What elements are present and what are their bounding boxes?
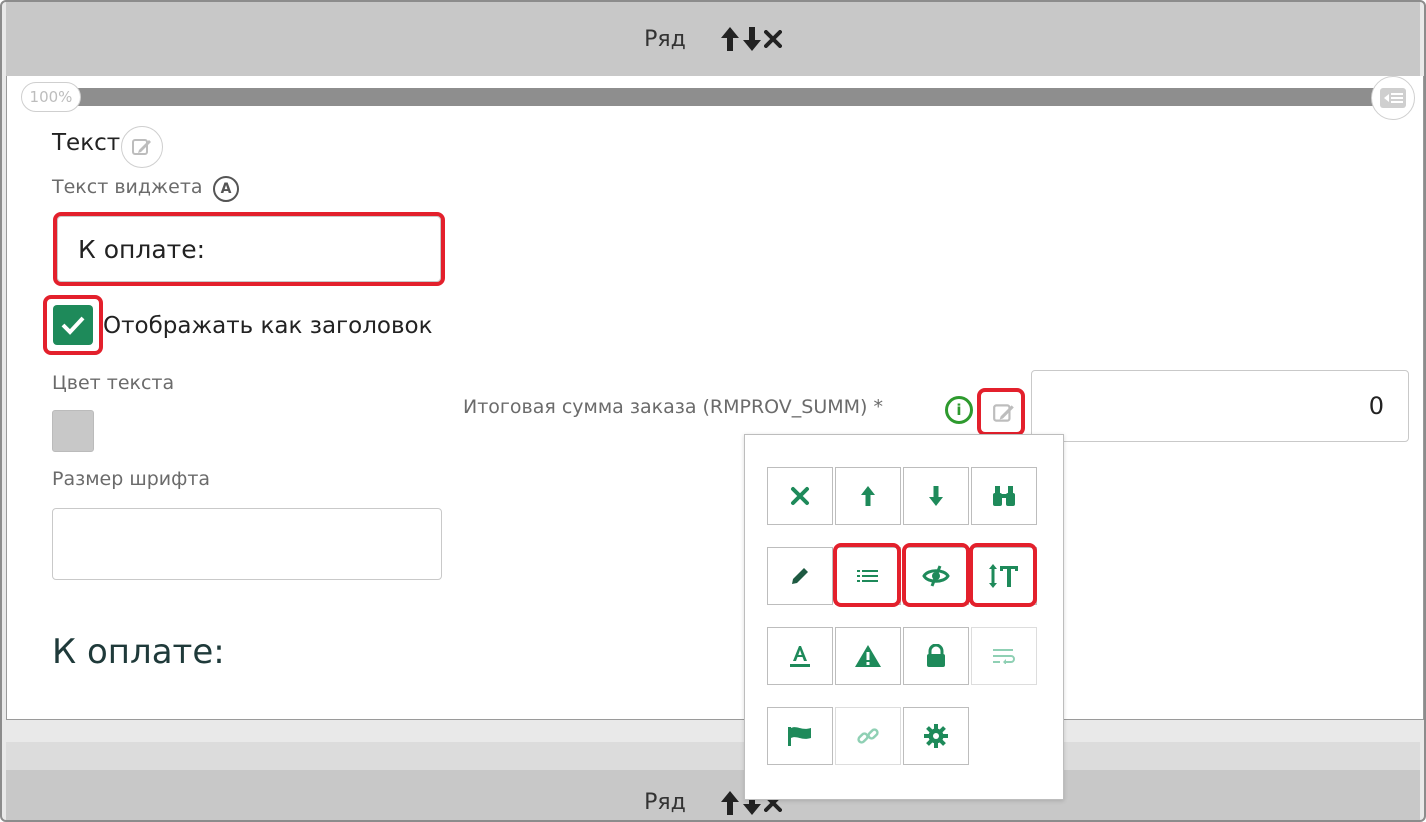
info-icon[interactable]: i [945,396,973,424]
row-title: Ряд [644,26,686,52]
widget-title: Текст [52,130,121,156]
text-height-button[interactable] [971,547,1037,605]
delete-icon [791,487,809,505]
collapse-list-icon [1380,88,1406,108]
collapse-button[interactable] [1371,76,1415,120]
progress-fill [59,88,1399,106]
lock-icon [927,644,945,667]
widget-text-input[interactable]: К оплате: [57,216,441,282]
edit-widget-button[interactable] [121,126,163,168]
pencil-icon [792,568,808,584]
font-size-label: Размер шрифта [52,468,211,490]
text-label: Текст виджета [52,176,203,198]
find-field-button[interactable] [971,467,1037,525]
auto-icon: A [213,176,239,202]
warning-button[interactable] [835,627,901,685]
list-icon [857,570,878,582]
hide-field-button[interactable] [903,547,969,605]
row-header-top: Ряд [6,2,1420,76]
arrow-up-icon[interactable] [720,26,740,52]
text-color-label: Цвет текста [52,372,175,394]
sum-edit-button[interactable] [987,398,1021,428]
text-color-button[interactable] [767,627,833,685]
gear-icon [924,724,948,748]
text-wrap-icon [993,649,1015,664]
edit-icon [132,139,151,155]
progress-percent: 100% [21,82,81,112]
delete-field-button[interactable] [767,467,833,525]
text-height-icon [989,564,1018,588]
sum-value-input[interactable]: 0 [1031,370,1409,442]
sum-field-label: Итоговая сумма заказа (RMPROV_SUMM) * [463,396,884,418]
warning-icon [855,645,881,667]
row-actions [720,26,782,52]
row-content: 100% Текст Текст виджета A К оплате: Ото… [6,76,1424,720]
arrow-down-icon[interactable] [742,26,762,52]
show-as-header-checkbox[interactable] [53,305,93,345]
move-field-up-button[interactable] [835,467,901,525]
move-field-down-button[interactable] [903,467,969,525]
edit-field-button[interactable] [767,547,833,605]
row-title: Ряд [644,790,686,815]
flag-button[interactable] [767,707,833,765]
show-as-header-label: Отображать как заголовок [103,313,433,339]
edit-icon [993,404,1014,422]
arrow-up-icon[interactable] [720,790,740,816]
text-color-icon [790,646,810,667]
list-options-button[interactable] [835,547,901,605]
link-button[interactable] [835,707,901,765]
move-up-icon [861,486,875,506]
link-icon [857,728,879,744]
lock-button[interactable] [903,627,969,685]
progress-bar [59,88,1399,106]
text-color-swatch[interactable] [52,410,94,452]
field-actions-popup [744,434,1064,800]
flag-icon [788,727,811,746]
close-icon[interactable] [763,30,782,48]
editor-frame: Ряд 100% Текст Текст виджета A К оплате:… [0,0,1426,822]
hide-eye-icon [922,565,950,587]
row-header-bottom: Ряд [6,770,1420,820]
move-down-icon [929,486,943,506]
preview-text: К оплате: [52,632,225,672]
font-size-input[interactable] [52,508,442,580]
text-wrap-button[interactable] [971,627,1037,685]
check-icon [61,316,85,335]
row-separator [6,742,1420,770]
binoculars-icon [993,486,1015,506]
settings-button[interactable] [903,707,969,765]
